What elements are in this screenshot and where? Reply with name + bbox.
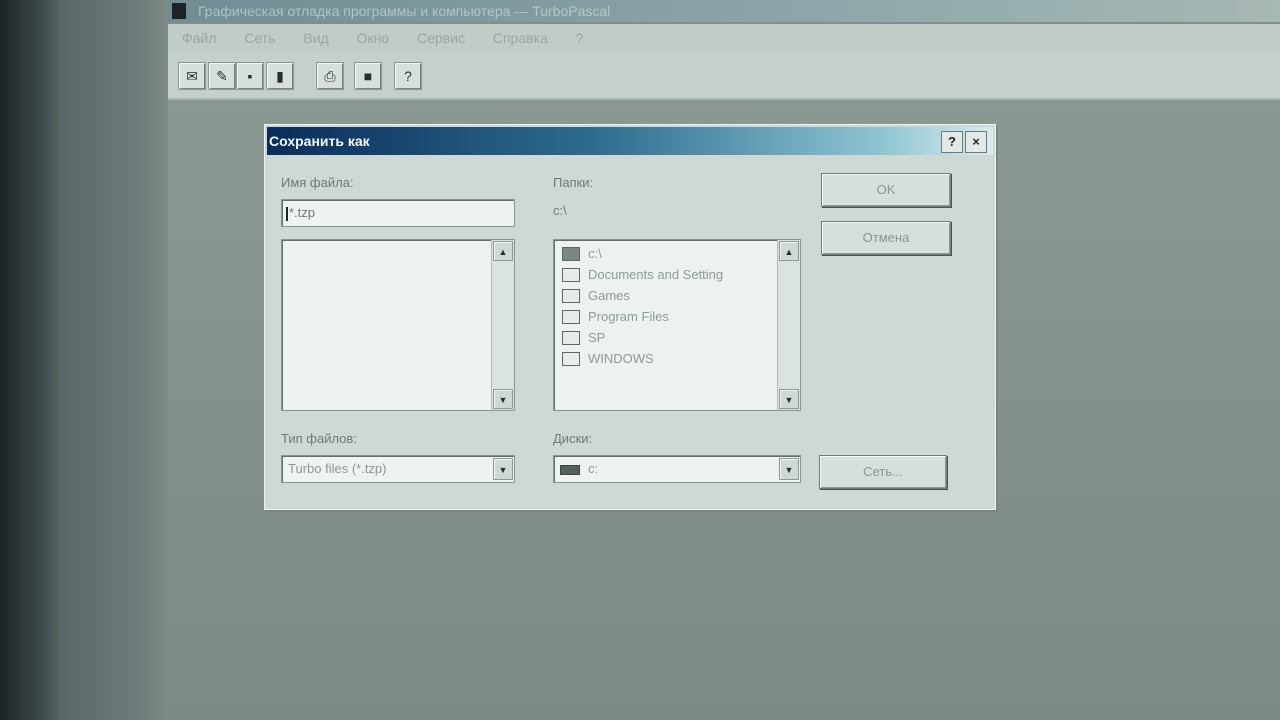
app-system-icon[interactable] xyxy=(172,3,186,19)
folder-item[interactable]: Games xyxy=(562,286,630,306)
file-list[interactable]: ▲ ▼ xyxy=(281,239,515,411)
print-icon[interactable]: ▪ xyxy=(236,62,264,90)
camera-icon[interactable]: ⎙ xyxy=(316,62,344,90)
folder-item[interactable]: WINDOWS xyxy=(562,349,654,369)
drive-select[interactable]: c: ▼ xyxy=(553,455,801,483)
save-icon[interactable]: ✎ xyxy=(208,62,236,90)
folder-icon xyxy=(562,351,580,366)
filetype-value: Turbo files (*.tzp) xyxy=(288,461,387,476)
filename-input[interactable]: *.tzp xyxy=(281,199,515,227)
folder-icon xyxy=(562,330,580,345)
stamp-icon[interactable]: ■ xyxy=(354,62,382,90)
drive-value: c: xyxy=(588,461,599,476)
network-button[interactable]: Сеть... xyxy=(819,455,947,489)
app-titlebar: Графическая отладка программы и компьюте… xyxy=(168,0,1280,22)
folder-icon xyxy=(562,288,580,303)
menubar: Файл Сеть Вид Окно Сервис Справка ? xyxy=(168,24,1280,52)
help-icon[interactable]: ? xyxy=(394,62,422,90)
dialog-close-button[interactable]: × xyxy=(965,131,987,153)
menu-help[interactable]: Справка xyxy=(493,24,548,52)
open-folder-icon xyxy=(562,246,580,261)
chevron-down-icon[interactable]: ▼ xyxy=(779,458,799,480)
folder-item[interactable]: SP xyxy=(562,328,605,348)
folder-icon xyxy=(562,309,580,324)
current-path: c:\ xyxy=(553,203,567,218)
menu-view[interactable]: Вид xyxy=(303,24,328,52)
filetype-select[interactable]: Turbo files (*.tzp) ▼ xyxy=(281,455,515,483)
folder-item[interactable]: Documents and Setting xyxy=(562,265,723,285)
folder-list-scrollbar[interactable]: ▲ ▼ xyxy=(777,240,800,410)
open-icon[interactable]: ✉ xyxy=(178,62,206,90)
folder-icon xyxy=(562,267,580,282)
chevron-down-icon[interactable]: ▼ xyxy=(493,458,513,480)
hard-drive-icon xyxy=(560,464,580,475)
monitor-bezel xyxy=(0,0,60,720)
dialog-title: Сохранить как xyxy=(269,133,370,149)
folder-item[interactable]: c:\ xyxy=(562,244,602,264)
filename-value: *.tzp xyxy=(289,205,316,220)
ok-button[interactable]: OK xyxy=(821,173,951,207)
menu-file[interactable]: Файл xyxy=(182,24,216,52)
folder-list[interactable]: c:\ Documents and Setting Games Program … xyxy=(553,239,801,411)
bookmark-icon[interactable]: ▮ xyxy=(266,62,294,90)
toolbar: ✉ ✎ ▪ ▮ ⎙ ■ ? xyxy=(168,52,1280,100)
file-list-scrollbar[interactable]: ▲ ▼ xyxy=(491,240,514,410)
cancel-button[interactable]: Отмена xyxy=(821,221,951,255)
menu-window[interactable]: Окно xyxy=(357,24,390,52)
dialog-help-button[interactable]: ? xyxy=(941,131,963,153)
app-title: Графическая отладка программы и компьюте… xyxy=(198,3,611,19)
drives-label: Диски: xyxy=(553,431,593,446)
scroll-up-icon[interactable]: ▲ xyxy=(779,241,799,261)
filetype-label: Тип файлов: xyxy=(281,431,357,446)
dialog-titlebar[interactable]: Сохранить как ? × xyxy=(267,127,993,155)
text-caret xyxy=(286,206,288,221)
folders-label: Папки: xyxy=(553,175,594,190)
monitor-frame xyxy=(60,0,168,720)
menu-service[interactable]: Сервис xyxy=(417,24,465,52)
save-as-dialog: Сохранить как ? × Имя файла: *.tzp ▲ ▼ П… xyxy=(264,124,996,510)
filename-label: Имя файла: xyxy=(281,175,354,190)
scroll-down-icon[interactable]: ▼ xyxy=(779,389,799,409)
folder-item[interactable]: Program Files xyxy=(562,307,669,327)
menu-question[interactable]: ? xyxy=(576,24,584,52)
scroll-up-icon[interactable]: ▲ xyxy=(493,241,513,261)
scroll-down-icon[interactable]: ▼ xyxy=(493,389,513,409)
menu-network[interactable]: Сеть xyxy=(244,24,275,52)
